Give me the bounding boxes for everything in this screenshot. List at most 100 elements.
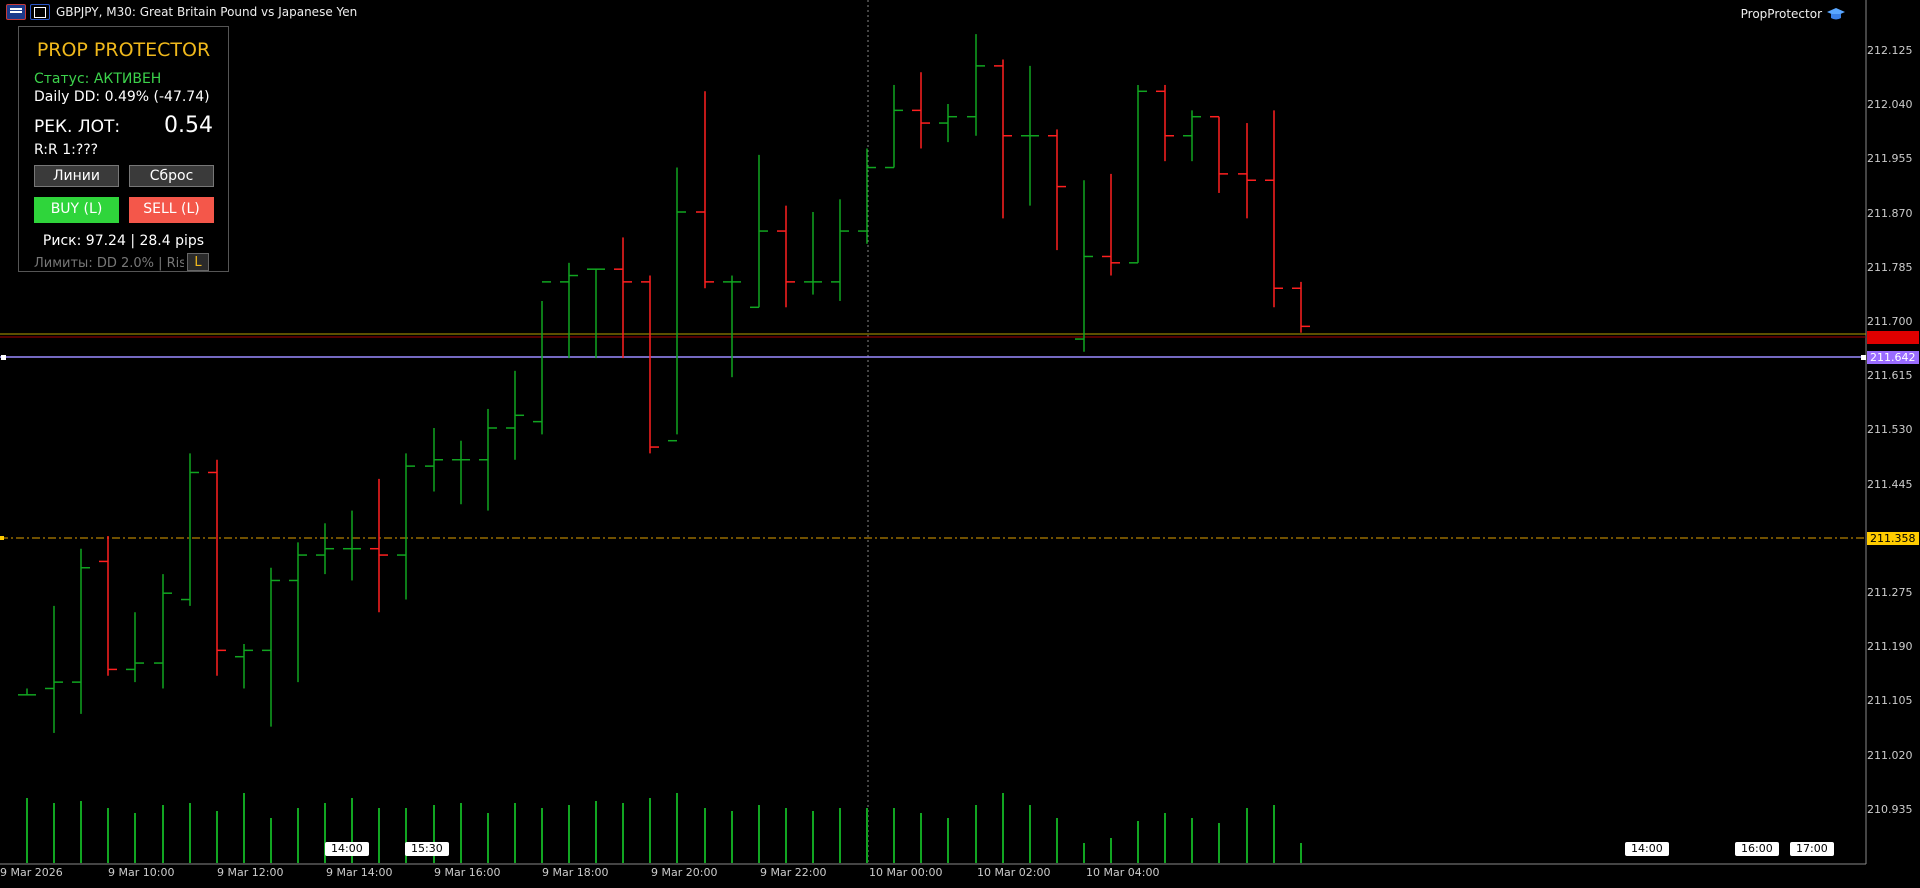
reset-button[interactable]: Сброс bbox=[129, 165, 214, 187]
time-tick-label: 9 Mar 16:00 bbox=[434, 866, 501, 879]
ohlc-bar bbox=[912, 72, 930, 149]
ohlc-bar bbox=[208, 459, 226, 676]
panel-title: PROP PROTECTOR bbox=[36, 39, 211, 61]
ohlc-bar bbox=[831, 199, 849, 301]
prop-protector-panel: PROP PROTECTOR Статус: АКТИВЕН Daily DD:… bbox=[18, 26, 229, 272]
entry-line-handle-left[interactable] bbox=[1, 355, 6, 360]
ohlc-bar bbox=[99, 536, 117, 676]
ohlc-bar bbox=[1265, 110, 1283, 308]
ohlc-bar bbox=[343, 510, 361, 581]
ohlc-bar bbox=[506, 370, 524, 460]
lines-button[interactable]: Линии bbox=[34, 165, 119, 187]
ohlc-bar bbox=[777, 205, 795, 308]
price-tick-label: 212.040 bbox=[1867, 98, 1913, 112]
ohlc-bar bbox=[1048, 129, 1066, 251]
ohlc-bar bbox=[181, 453, 199, 606]
ohlc-bar bbox=[587, 268, 605, 359]
recommended-lot-value: 0.54 bbox=[164, 113, 213, 138]
time-tick-label: 9 Mar 10:00 bbox=[108, 866, 175, 879]
ohlc-bar bbox=[723, 275, 741, 378]
time-tick-label: 10 Mar 04:00 bbox=[1086, 866, 1160, 879]
price-tag: 211.673 bbox=[1867, 331, 1919, 344]
entry-line-handle-right[interactable] bbox=[1861, 355, 1866, 360]
ohlc-bar bbox=[289, 542, 307, 683]
price-tag: 211.642 bbox=[1867, 351, 1919, 364]
ohlc-bar bbox=[804, 212, 822, 295]
ohlc-bar bbox=[397, 453, 415, 600]
ohlc-bar bbox=[370, 478, 388, 613]
ohlc-bar bbox=[1183, 110, 1201, 162]
volume-bars bbox=[26, 793, 1302, 863]
ohlc-bar bbox=[614, 237, 632, 359]
ohlc-bar bbox=[641, 275, 659, 454]
price-tick-label: 211.870 bbox=[1867, 206, 1913, 220]
daily-dd-text: Daily DD: 0.49% (-47.74) bbox=[34, 89, 210, 105]
ohlc-bar bbox=[316, 523, 334, 575]
time-tick-label: 10 Mar 02:00 bbox=[977, 866, 1051, 879]
ohlc-bar bbox=[696, 91, 714, 289]
ohlc-bar bbox=[967, 34, 985, 136]
time-tick-label: 10 Mar 00:00 bbox=[869, 866, 943, 879]
price-tick-label: 211.020 bbox=[1867, 748, 1913, 762]
time-tick-label: 9 Mar 2026 bbox=[0, 866, 63, 879]
price-tick-label: 211.445 bbox=[1867, 477, 1913, 491]
time-tick-label: 9 Mar 18:00 bbox=[542, 866, 609, 879]
period-separator-label: 17:00 bbox=[1790, 842, 1834, 856]
time-tick-label: 9 Mar 22:00 bbox=[760, 866, 827, 879]
ohlc-bar bbox=[560, 262, 578, 359]
time-tick-label: 9 Mar 12:00 bbox=[217, 866, 284, 879]
ohlc-bar bbox=[1021, 65, 1039, 206]
price-tick-label: 211.955 bbox=[1867, 152, 1913, 166]
period-separator-label: 14:00 bbox=[1625, 842, 1669, 856]
ohlc-bar bbox=[154, 574, 172, 689]
lock-button[interactable]: L bbox=[187, 253, 209, 271]
period-separator-label: 16:00 bbox=[1735, 842, 1779, 856]
price-tick-label: 211.700 bbox=[1867, 315, 1913, 328]
price-tick-label: 211.190 bbox=[1867, 640, 1913, 654]
ohlc-bar bbox=[72, 548, 90, 714]
ohlc-bar bbox=[479, 408, 497, 511]
ohlc-bar bbox=[1292, 281, 1310, 333]
price-tick-label: 211.105 bbox=[1867, 694, 1913, 708]
ohlc-bar bbox=[45, 605, 63, 733]
ohlc-bar bbox=[425, 428, 443, 492]
ohlc-bar bbox=[668, 167, 686, 442]
price-tick-label: 211.275 bbox=[1867, 586, 1913, 599]
ohlc-bar bbox=[262, 567, 280, 727]
ohlc-bar bbox=[452, 440, 470, 505]
ohlc-bar bbox=[1075, 180, 1093, 352]
period-separator-label: 14:00 bbox=[325, 842, 369, 856]
ohlc-bar bbox=[1156, 84, 1174, 162]
recommended-lot-label: РЕК. ЛОТ: bbox=[34, 117, 121, 137]
price-tick-label: 212.125 bbox=[1867, 44, 1913, 57]
price-tick-label: 210.935 bbox=[1867, 802, 1913, 816]
status-text: Статус: АКТИВЕН bbox=[34, 71, 162, 87]
sell-button[interactable]: SELL (L) bbox=[129, 197, 214, 223]
risk-summary: Риск: 97.24 | 28.4 pips bbox=[42, 233, 205, 249]
ohlc-bar bbox=[858, 148, 876, 244]
price-tick-label: 211.785 bbox=[1867, 260, 1913, 274]
time-tick-label: 9 Mar 14:00 bbox=[326, 866, 393, 879]
price-tick-label: 211.615 bbox=[1867, 369, 1913, 383]
risk-reward-text: R:R 1:??? bbox=[34, 142, 99, 158]
ohlc-bar bbox=[126, 612, 144, 683]
ohlc-bar bbox=[1129, 84, 1147, 264]
stop-line-handle-left[interactable] bbox=[0, 536, 4, 540]
ohlc-bar bbox=[994, 59, 1012, 219]
ohlc-bar bbox=[235, 644, 253, 689]
price-tick-label: 211.530 bbox=[1867, 423, 1913, 437]
period-separator-label: 15:30 bbox=[405, 842, 449, 856]
ohlc-bar bbox=[885, 84, 903, 169]
ohlc-bar bbox=[1210, 115, 1228, 193]
ohlc-bar bbox=[939, 104, 957, 143]
ohlc-bar bbox=[533, 281, 551, 435]
ohlc-bar bbox=[1238, 123, 1256, 219]
limits-text: Лимиты: DD 2.0% | Risk 1 bbox=[34, 256, 184, 271]
price-tag: 211.358 bbox=[1867, 532, 1919, 545]
ohlc-bar bbox=[750, 154, 768, 309]
buy-button[interactable]: BUY (L) bbox=[34, 197, 119, 223]
ohlc-bar bbox=[1102, 173, 1120, 276]
ohlc-bar bbox=[18, 688, 36, 696]
price-chart[interactable] bbox=[0, 0, 1920, 888]
time-tick-label: 9 Mar 20:00 bbox=[651, 866, 718, 879]
